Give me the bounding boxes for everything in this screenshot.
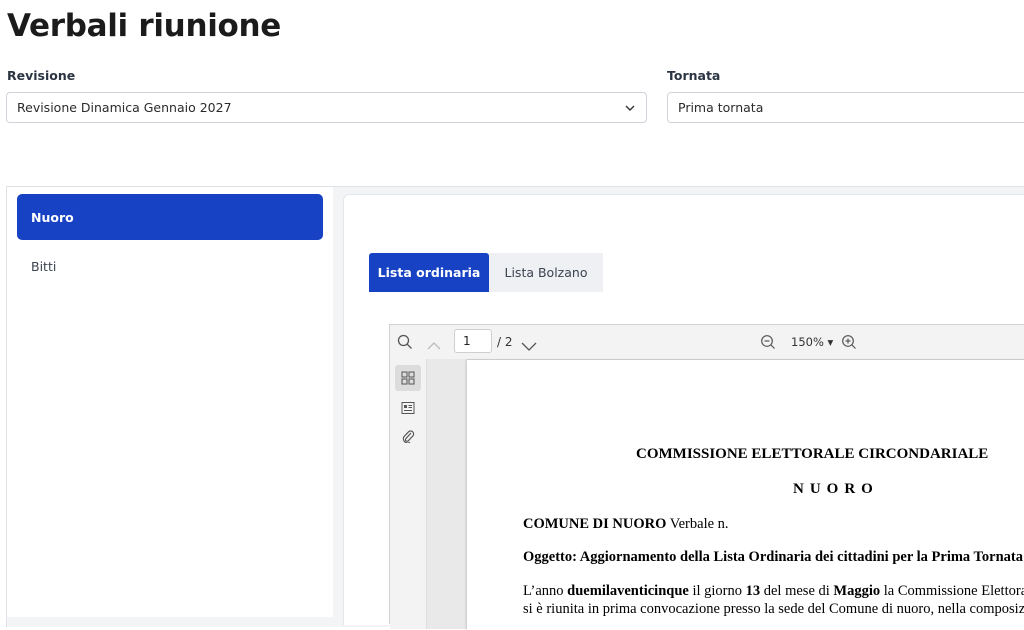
doc-comune-line: COMUNE DI NUORO Verbale n. [523, 516, 729, 533]
zoom-out-icon[interactable] [760, 334, 776, 354]
search-icon[interactable] [397, 334, 413, 354]
doc-text-bold: Maggio [833, 583, 881, 599]
zoom-level[interactable]: 150% ▾ [791, 335, 833, 349]
chevron-up-icon[interactable] [427, 336, 441, 355]
sidebar: Nuoro Bitti [7, 187, 333, 617]
sidebar-item-label: Nuoro [31, 209, 74, 225]
page-title: Verbali riunione [7, 8, 282, 44]
zoom-caret: ▾ [827, 335, 834, 349]
thumbnails-icon[interactable] [395, 365, 421, 391]
doc-text: la Commissione Elettorale [880, 583, 1024, 599]
pdf-toolbar: / 2 150% ▾ [390, 325, 1024, 360]
sidebar-item-label: Bitti [31, 258, 57, 274]
attachment-icon[interactable] [395, 423, 421, 449]
tab-lista-ordinaria[interactable]: Lista ordinaria [369, 253, 489, 292]
revisione-select[interactable]: Revisione Dinamica Gennaio 2027 [6, 92, 647, 123]
doc-heading: COMMISSIONE ELETTORALE CIRCONDARIALE [636, 446, 989, 462]
revisione-value: Revisione Dinamica Gennaio 2027 [17, 100, 232, 115]
pdf-gutter [427, 359, 467, 629]
tornata-label: Tornata [667, 68, 721, 83]
doc-text: L’anno [523, 583, 568, 599]
doc-text: del mese di [760, 583, 834, 599]
tab-lista-bolzano[interactable]: Lista Bolzano [489, 253, 603, 292]
revisione-label: Revisione [7, 68, 76, 83]
doc-subheading: NUORO [793, 481, 879, 497]
doc-paragraph-line-1: L’anno duemilaventicinque il giorno 13 d… [523, 583, 1024, 600]
pdf-viewer: / 2 150% ▾ COMMISSIONE ELETTORALE CIRCON… [389, 324, 1024, 630]
sidebar-item-bitti[interactable]: Bitti [17, 243, 323, 289]
doc-text-bold: duemilaventicinque [567, 583, 689, 599]
doc-text: il giorno [688, 583, 746, 599]
doc-oggetto: Oggetto: Aggiornamento della Lista Ordin… [523, 549, 1023, 565]
pdf-side-toolbar [390, 359, 427, 629]
doc-comune-rest: Verbale n. [666, 516, 729, 532]
tornata-value: Prima tornata [678, 100, 764, 115]
doc-text-bold: 13 [745, 583, 761, 599]
outline-icon[interactable] [395, 395, 421, 421]
zoom-in-icon[interactable] [841, 334, 857, 354]
chevron-down-icon[interactable] [521, 336, 537, 355]
page-total: / 2 [497, 335, 513, 349]
doc-comune-bold: COMUNE DI NUORO [523, 516, 667, 532]
sidebar-item-nuoro[interactable]: Nuoro [17, 194, 323, 240]
doc-paragraph-line-2: si è riunita in prima convocazione press… [523, 601, 1024, 617]
pdf-page: COMMISSIONE ELETTORALE CIRCONDARIALE NUO… [467, 360, 1024, 630]
page-number-input[interactable] [454, 329, 492, 353]
chevron-down-icon [624, 102, 636, 117]
zoom-value: 150% [791, 335, 824, 349]
tornata-select[interactable]: Prima tornata [667, 92, 1024, 123]
